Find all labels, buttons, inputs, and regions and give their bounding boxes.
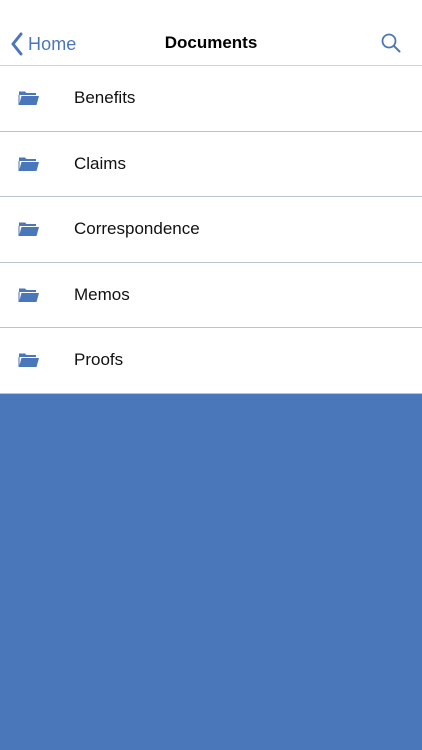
- folder-icon: [18, 352, 40, 368]
- folder-label: Correspondence: [74, 219, 200, 238]
- folder-list: Benefits Claims Correspondence Memos Pro…: [0, 66, 422, 394]
- search-icon: [380, 33, 402, 58]
- folder-icon: [18, 156, 40, 172]
- folder-label: Claims: [74, 153, 126, 173]
- folder-row-memos[interactable]: Memos: [0, 263, 422, 328]
- page-title: Documents: [164, 33, 258, 52]
- folder-icon: [18, 90, 40, 106]
- folder-label: Memos: [74, 284, 130, 304]
- folder-icon: [18, 221, 40, 237]
- folder-icon: [18, 287, 40, 303]
- folder-label: Proofs: [74, 350, 124, 369]
- folder-label: Benefits: [74, 88, 136, 107]
- search-button[interactable]: [380, 32, 402, 54]
- folder-row-correspondence[interactable]: Correspondence: [0, 197, 422, 263]
- navigation-bar: Home Documents: [0, 0, 422, 66]
- folder-row-benefits[interactable]: Benefits: [0, 66, 422, 132]
- folder-row-proofs[interactable]: Proofs: [0, 328, 422, 394]
- folder-row-claims[interactable]: Claims: [0, 132, 422, 197]
